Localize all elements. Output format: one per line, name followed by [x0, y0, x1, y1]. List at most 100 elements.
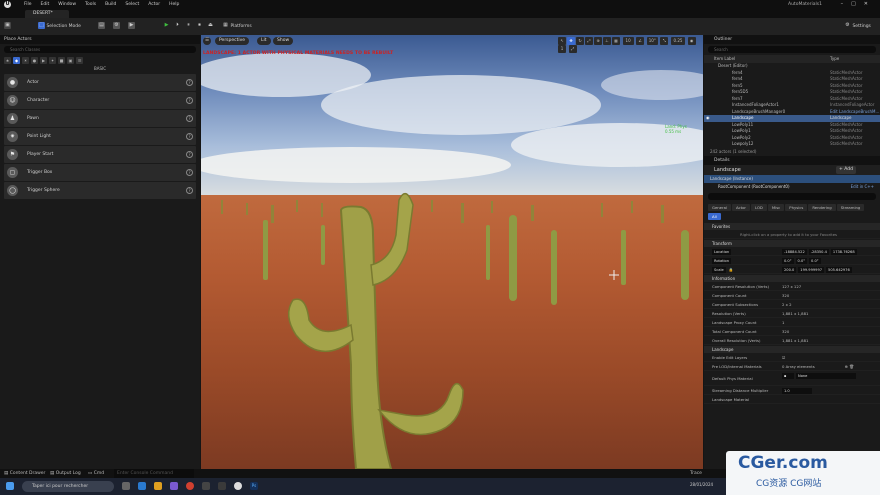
- help-icon[interactable]: ?: [186, 187, 193, 194]
- tab-lod[interactable]: LOD: [750, 203, 767, 211]
- outliner-row[interactable]: Lowpoly12 StaticMeshActor: [704, 141, 880, 148]
- photoshop-icon[interactable]: Ps: [250, 482, 258, 490]
- tab-misc[interactable]: Misc: [767, 203, 785, 211]
- help-icon[interactable]: ?: [186, 133, 193, 140]
- eject-icon[interactable]: ⏏: [207, 22, 214, 31]
- visual-effects-icon[interactable]: ✦: [49, 56, 56, 64]
- rotation-snap-icon[interactable]: ∠: [636, 37, 645, 45]
- translate-icon[interactable]: ✥: [567, 37, 575, 45]
- col-type[interactable]: Type: [830, 55, 839, 63]
- rotation-y-field[interactable]: 0.0°: [795, 257, 808, 264]
- menu-select[interactable]: Select: [125, 0, 139, 9]
- actor-item[interactable]: ● Actor?: [4, 74, 196, 91]
- recent-icon[interactable]: ★: [4, 56, 11, 64]
- rotation-label[interactable]: Rotation: [712, 257, 732, 264]
- help-icon[interactable]: ?: [186, 115, 193, 122]
- platforms-button[interactable]: ▦ Platforms: [222, 22, 252, 31]
- menu-edit[interactable]: Edit: [41, 0, 50, 9]
- location-y-field[interactable]: -28350.4: [808, 248, 829, 255]
- app-icon[interactable]: [202, 482, 210, 490]
- menu-file[interactable]: File: [24, 0, 32, 9]
- trigger-box-item[interactable]: ▢ Trigger Box?: [4, 164, 196, 181]
- checkbox-icon[interactable]: ☑: [782, 353, 785, 362]
- stop-icon[interactable]: ⏹: [196, 22, 203, 31]
- play-icon[interactable]: ▶: [163, 22, 170, 31]
- output-log-button[interactable]: ▤ Output Log: [50, 469, 81, 478]
- task-view-icon[interactable]: [122, 482, 130, 490]
- content-add-button[interactable]: ▤: [98, 22, 105, 31]
- settings-button[interactable]: ⚙ Settings: [844, 22, 871, 31]
- show-button[interactable]: Show: [273, 37, 294, 45]
- window-controls[interactable]: –□✕: [841, 0, 876, 9]
- volumes-icon[interactable]: ▣: [67, 56, 74, 64]
- content-drawer-button[interactable]: ▤ Content Drawer: [4, 469, 45, 478]
- landscape-section[interactable]: Landscape: [704, 345, 880, 353]
- unreal-taskbar-icon[interactable]: [234, 482, 242, 490]
- scale-z-field[interactable]: 505.642976: [826, 266, 852, 273]
- lock-icon[interactable]: 🔒: [729, 267, 734, 272]
- pause-icon[interactable]: ⏸: [185, 22, 192, 31]
- location-z-field[interactable]: 1738.76268: [830, 248, 857, 255]
- scale-x-field[interactable]: 200.0: [782, 266, 797, 273]
- rotation-x-field[interactable]: 0.0°: [782, 257, 794, 264]
- menu-help[interactable]: Help: [169, 0, 179, 9]
- add-element-icon[interactable]: ⊕ 🗑: [845, 362, 854, 371]
- grid-snap-icon[interactable]: ▦: [612, 37, 620, 45]
- cinematics-button[interactable]: ▶: [128, 22, 135, 31]
- point-light-item[interactable]: ✷ Point Light?: [4, 128, 196, 145]
- perspective-button[interactable]: Perspective: [215, 37, 250, 45]
- menu-window[interactable]: Window: [58, 0, 76, 9]
- help-icon[interactable]: ?: [186, 151, 193, 158]
- console-command-input[interactable]: Enter Console Command: [114, 469, 194, 478]
- camera-speed-icon[interactable]: ◉: [687, 37, 696, 45]
- class-search-input[interactable]: Search Classes: [4, 46, 196, 53]
- tab-streaming[interactable]: Streaming: [836, 203, 865, 211]
- transform-section[interactable]: Transform: [704, 239, 880, 247]
- menu-tools[interactable]: Tools: [85, 0, 96, 9]
- level-viewport[interactable]: ☰ Perspective Lit Show ↖ ✥ ↻ ⤢ ⊕ ⊥ ▦ 10 ∠ 10° …: [201, 35, 703, 469]
- favorites-section[interactable]: Favorites: [704, 222, 880, 230]
- cmd-button[interactable]: ▭ Cmd: [88, 469, 104, 478]
- streaming-distance-field[interactable]: 1.0: [782, 387, 812, 394]
- maximize-icon[interactable]: ⤢: [568, 45, 577, 53]
- menu-build[interactable]: Build: [105, 0, 116, 9]
- select-icon[interactable]: ↖: [558, 37, 566, 45]
- viewport-menu-icon[interactable]: ☰: [203, 37, 212, 45]
- tab-rendering[interactable]: Rendering: [808, 203, 836, 211]
- scale-snap-icon[interactable]: ⤡: [660, 37, 669, 45]
- geometry-icon[interactable]: ■: [58, 56, 65, 64]
- edit-cpp-link[interactable]: Edit in C++: [851, 183, 874, 191]
- windows-start-icon[interactable]: [6, 482, 14, 490]
- information-section[interactable]: Information: [704, 274, 880, 282]
- tab-general[interactable]: General: [708, 203, 731, 211]
- file-explorer-icon[interactable]: [154, 482, 162, 490]
- rotation-value[interactable]: 10°: [646, 37, 658, 45]
- scale-icon[interactable]: ⤢: [585, 37, 593, 45]
- trigger-sphere-item[interactable]: ◯ Trigger Sphere?: [4, 182, 196, 199]
- col-item-label[interactable]: Item Label: [714, 55, 735, 63]
- shapes-icon[interactable]: ●: [31, 56, 38, 64]
- scale-y-field[interactable]: 199.999997: [798, 266, 825, 273]
- surface-snap-icon[interactable]: ⊥: [603, 37, 611, 45]
- selection-mode-button[interactable]: ⬚ Selection Mode: [38, 22, 81, 31]
- phys-material-dropdown[interactable]: None: [796, 372, 856, 379]
- app-icon[interactable]: [170, 482, 178, 490]
- help-icon[interactable]: ?: [186, 169, 193, 176]
- rotation-z-field[interactable]: 0.0°: [809, 257, 821, 264]
- scale-value[interactable]: 0.25: [670, 37, 685, 45]
- camera-speed-value[interactable]: 1: [558, 45, 566, 53]
- location-x-field[interactable]: -18884.522: [782, 248, 807, 255]
- grid-value[interactable]: 10: [622, 37, 634, 45]
- blueprint-button[interactable]: ⚙: [113, 22, 120, 31]
- scale-label[interactable]: Scale: [712, 266, 726, 273]
- instance-component[interactable]: Landscape (Instance): [704, 174, 880, 183]
- unreal-logo-icon[interactable]: U: [4, 1, 11, 8]
- save-icon[interactable]: ▣: [4, 22, 11, 31]
- lit-button[interactable]: Lit: [257, 37, 271, 45]
- app-icon[interactable]: [218, 482, 226, 490]
- taskbar-search-input[interactable]: Taper ici pour rechercher: [22, 481, 114, 492]
- lights-icon[interactable]: ☀: [22, 56, 29, 64]
- help-icon[interactable]: ?: [186, 97, 193, 104]
- pawn-item[interactable]: ♟ Pawn?: [4, 110, 196, 127]
- player-start-item[interactable]: ⚑ Player Start?: [4, 146, 196, 163]
